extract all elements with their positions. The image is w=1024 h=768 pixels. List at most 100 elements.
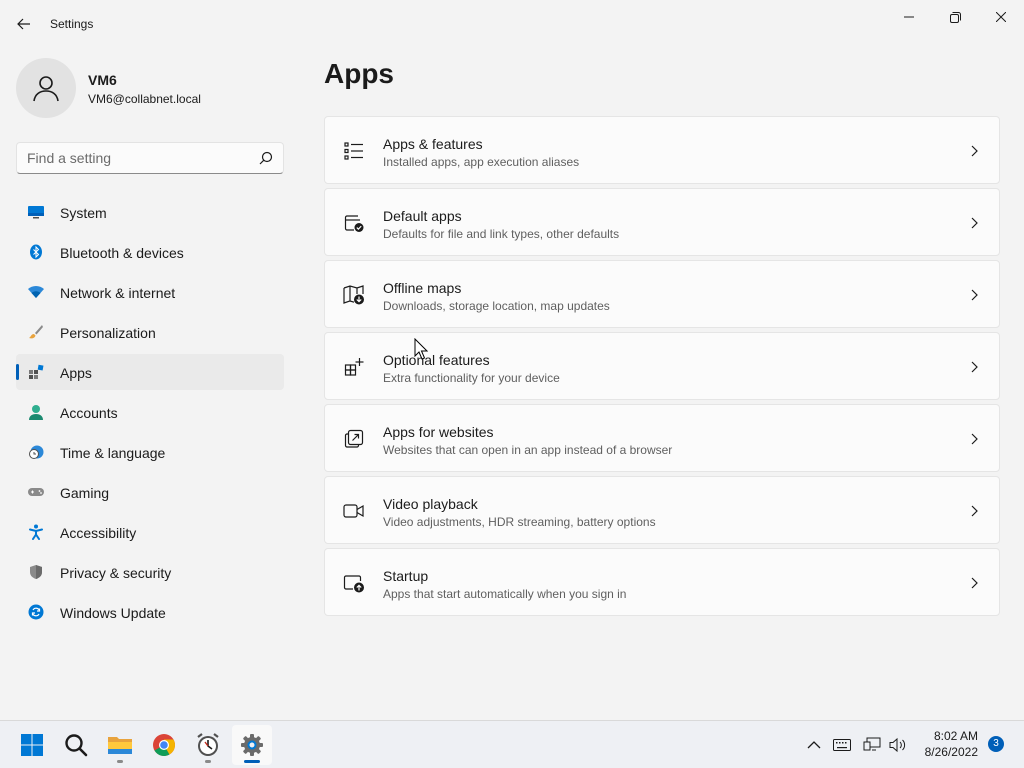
sidebar-item-gaming[interactable]: Gaming — [16, 474, 284, 510]
back-arrow-icon — [17, 18, 30, 30]
clock-globe-icon — [27, 444, 45, 460]
sidebar-item-system[interactable]: System — [16, 194, 284, 230]
gamepad-icon — [27, 484, 45, 500]
card-description: Downloads, storage location, map updates — [383, 299, 610, 313]
sidebar-item-label: Privacy & security — [60, 565, 172, 581]
update-icon — [27, 604, 45, 620]
brush-icon — [27, 324, 45, 340]
bluetooth-icon — [27, 244, 45, 260]
setting-card-default-apps[interactable]: Default apps Defaults for file and link … — [324, 188, 1000, 256]
sidebar-item-label: Network & internet — [60, 285, 176, 301]
card-description: Extra functionality for your device — [383, 371, 560, 385]
ethernet-icon — [863, 737, 881, 751]
sidebar-item-accounts[interactable]: Accounts — [16, 394, 284, 430]
optional-features-icon — [343, 357, 365, 377]
card-description: Websites that can open in an app instead… — [383, 443, 673, 457]
title-bar: Settings — [0, 0, 1024, 48]
card-title: Startup — [383, 568, 429, 584]
sidebar-item-label: Gaming — [60, 485, 110, 501]
card-title: Optional features — [383, 352, 490, 368]
chevron-right-icon — [971, 577, 978, 589]
sidebar-item-label: Windows Update — [60, 605, 166, 621]
sidebar-item-label: System — [60, 205, 107, 221]
setting-card-apps-features[interactable]: Apps & features Installed apps, app exec… — [324, 116, 1000, 184]
sidebar-item-label: Accessibility — [60, 525, 137, 541]
card-title: Offline maps — [383, 280, 462, 296]
user-email: VM6@collabnet.local — [88, 92, 201, 106]
alarm-clock-icon — [197, 733, 219, 756]
sidebar-item-apps[interactable]: Apps — [16, 354, 284, 390]
keyboard-tray-button[interactable] — [832, 735, 852, 755]
open-in-app-icon — [343, 429, 365, 449]
show-hidden-icons-button[interactable] — [804, 735, 824, 755]
sidebar-item-bluetooth[interactable]: Bluetooth & devices — [16, 234, 284, 270]
back-button[interactable] — [12, 12, 36, 36]
minimize-button[interactable] — [886, 4, 932, 30]
taskbar-search-button[interactable] — [56, 725, 96, 765]
user-name: VM6 — [88, 72, 117, 88]
sidebar-item-label: Apps — [60, 365, 92, 381]
taskbar — [0, 720, 1024, 768]
close-icon — [996, 12, 1006, 22]
card-title: Apps for websites — [383, 424, 494, 440]
startup-icon — [343, 573, 365, 593]
taskbar-chrome[interactable] — [144, 725, 184, 765]
notification-badge[interactable]: 3 — [988, 736, 1004, 752]
taskbar-alarms-clock[interactable] — [188, 725, 228, 765]
chevron-right-icon — [971, 505, 978, 517]
start-button[interactable] — [12, 725, 52, 765]
chevron-right-icon — [971, 217, 978, 229]
file-explorer-icon — [108, 737, 132, 754]
close-button[interactable] — [978, 4, 1024, 30]
setting-card-offline-maps[interactable]: Offline maps Downloads, storage location… — [324, 260, 1000, 328]
search-input[interactable] — [17, 143, 253, 173]
search-icon — [65, 734, 88, 757]
map-download-icon — [343, 285, 365, 305]
setting-card-apps-for-websites[interactable]: Apps for websites Websites that can open… — [324, 404, 1000, 472]
active-indicator — [244, 760, 260, 763]
start-icon — [21, 734, 43, 756]
card-title: Apps & features — [383, 136, 483, 152]
card-title: Video playback — [383, 496, 478, 512]
card-description: Apps that start automatically when you s… — [383, 587, 627, 601]
default-apps-icon — [343, 213, 365, 233]
taskbar-file-explorer[interactable] — [100, 725, 140, 765]
network-icon — [27, 284, 45, 300]
sidebar-item-network[interactable]: Network & internet — [16, 274, 284, 310]
maximize-button[interactable] — [932, 4, 978, 30]
running-indicator — [205, 760, 211, 763]
setting-card-startup[interactable]: Startup Apps that start automatically wh… — [324, 548, 1000, 616]
apps-icon — [27, 364, 45, 380]
network-tray-button[interactable] — [862, 735, 882, 755]
card-description: Installed apps, app execution aliases — [383, 155, 580, 169]
restore-icon — [949, 11, 961, 23]
volume-icon — [889, 737, 906, 753]
chevron-right-icon — [971, 145, 978, 157]
mouse-cursor-icon — [414, 338, 428, 360]
keyboard-icon — [833, 739, 851, 751]
sidebar-item-accessibility[interactable]: Accessibility — [16, 514, 284, 550]
sidebar-item-privacy-security[interactable]: Privacy & security — [16, 554, 284, 590]
minimize-icon — [904, 16, 914, 18]
window-title: Settings — [50, 17, 94, 31]
accounts-icon — [27, 404, 45, 420]
chevron-right-icon — [971, 289, 978, 301]
search-icon[interactable] — [259, 151, 273, 165]
sidebar-item-time-language[interactable]: Time & language — [16, 434, 284, 470]
volume-tray-button[interactable] — [888, 735, 908, 755]
system-icon — [27, 204, 45, 220]
chevron-up-icon — [807, 741, 821, 749]
sidebar-item-personalization[interactable]: Personalization — [16, 314, 284, 350]
search-box — [16, 142, 284, 174]
card-description: Video adjustments, HDR streaming, batter… — [383, 515, 656, 529]
page-title: Apps — [324, 58, 394, 89]
setting-card-video-playback[interactable]: Video playback Video adjustments, HDR st… — [324, 476, 1000, 544]
taskbar-settings[interactable] — [232, 725, 272, 765]
video-camera-icon — [343, 501, 365, 521]
sidebar-item-label: Time & language — [60, 445, 166, 461]
taskbar-clock-time[interactable]: 8:02 AM — [922, 729, 978, 743]
avatar[interactable] — [16, 58, 76, 118]
chrome-icon — [153, 734, 175, 756]
taskbar-clock-date[interactable]: 8/26/2022 — [912, 745, 978, 759]
sidebar-item-windows-update[interactable]: Windows Update — [16, 594, 284, 630]
